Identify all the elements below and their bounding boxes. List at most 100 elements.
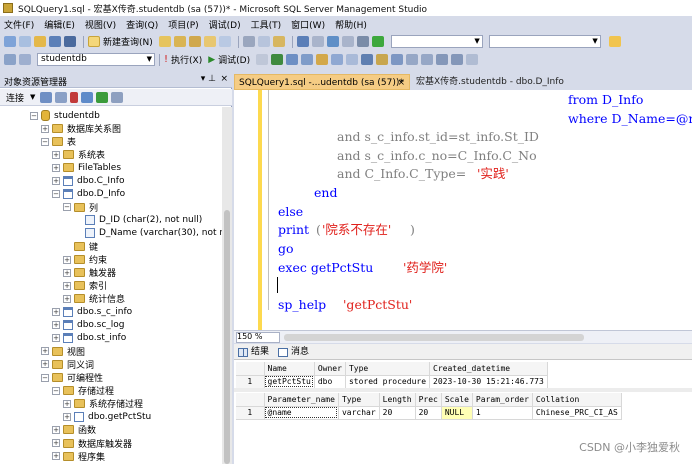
tab-d-info-design[interactable]: 宏基X传奇.studentdb - dbo.D_Info <box>412 74 612 90</box>
menu-query[interactable]: 查询(Q) <box>126 18 158 31</box>
tree-node[interactable]: − dbo.D_Info <box>52 188 125 201</box>
column-header[interactable]: Prec <box>415 393 442 407</box>
collapse-icon[interactable]: − <box>30 111 38 120</box>
find-in-files-icon[interactable] <box>608 36 621 47</box>
expand-icon[interactable]: + <box>52 177 60 185</box>
change-connection-icon[interactable] <box>19 54 31 65</box>
tree-node[interactable]: + 数据库关系图 <box>41 122 121 135</box>
connect-button[interactable]: 连接 <box>6 91 24 104</box>
menu-file[interactable]: 文件(F) <box>4 18 34 31</box>
add-item-icon[interactable] <box>19 36 31 47</box>
navigate-back-icon[interactable] <box>326 36 339 47</box>
client-stats-icon[interactable] <box>346 54 359 65</box>
expand-icon[interactable]: + <box>52 439 60 447</box>
tree-node[interactable]: − 列 <box>63 201 98 214</box>
column-header[interactable]: Name <box>264 362 315 376</box>
tree-node[interactable]: + 视图 <box>41 345 85 358</box>
grid-cell[interactable]: dbo <box>314 375 346 389</box>
tree-node[interactable]: + 函数 <box>52 423 96 436</box>
expand-icon[interactable]: + <box>63 268 71 277</box>
results-to-file-icon[interactable] <box>391 54 404 65</box>
dmx-query-icon[interactable] <box>203 36 216 47</box>
intellisense-icon[interactable] <box>316 54 329 65</box>
connect-icon[interactable] <box>4 54 16 65</box>
tree-node[interactable]: + 同义词 <box>41 358 94 371</box>
specify-values-icon[interactable] <box>466 54 479 65</box>
expand-icon[interactable]: + <box>63 399 71 408</box>
grid-cell[interactable]: Chinese_PRC_CI_AS <box>532 406 622 420</box>
grid-cell[interactable]: varchar <box>338 406 380 420</box>
expand-icon[interactable]: + <box>52 425 60 434</box>
tree-node[interactable]: − 存储过程 <box>52 384 114 397</box>
tree-node[interactable]: − 可编程性 <box>41 371 103 384</box>
horizontal-scrollbar[interactable] <box>284 334 584 341</box>
connect-object-explorer-icon[interactable] <box>40 91 53 103</box>
estimated-plan-icon[interactable] <box>286 54 299 65</box>
new-project-icon[interactable] <box>4 36 16 47</box>
save-icon[interactable] <box>49 36 61 47</box>
expand-icon[interactable]: + <box>52 308 60 316</box>
stop-icon[interactable] <box>70 91 79 103</box>
expand-icon[interactable]: + <box>63 255 71 264</box>
new-query-icon[interactable] <box>88 36 100 47</box>
copy-icon[interactable] <box>257 36 270 47</box>
tree-node[interactable]: + dbo.C_Info <box>52 175 124 188</box>
tree-node[interactable]: D_Name (varchar(30), not nu <box>74 227 222 240</box>
start-debug-icon[interactable] <box>371 36 384 47</box>
tree-node[interactable]: + dbo.s_c_info <box>52 306 132 319</box>
expand-icon[interactable]: + <box>41 347 49 356</box>
column-header[interactable]: Scale <box>441 393 473 407</box>
tree-node[interactable]: + dbo.st_info <box>52 332 126 345</box>
grid-cell[interactable]: getPctStu <box>264 375 315 389</box>
column-header[interactable]: Length <box>379 393 416 407</box>
grid-cell[interactable]: @name <box>264 406 339 420</box>
expand-icon[interactable]: + <box>52 321 60 330</box>
tree-node[interactable]: + 数据库触发器 <box>52 437 132 450</box>
query-designer-icon[interactable] <box>301 54 314 65</box>
collapse-icon[interactable]: − <box>63 203 71 212</box>
save-all-icon[interactable] <box>64 36 76 47</box>
mdx-query-icon[interactable] <box>188 36 201 47</box>
filter-icon[interactable] <box>81 91 94 103</box>
results-to-text-icon[interactable] <box>361 54 374 65</box>
tab-sqlquery1[interactable]: SQLQuery1.sql -...udentdb (sa (57))* × <box>234 74 410 90</box>
collapse-icon[interactable]: − <box>41 373 49 382</box>
db-engine-query-icon[interactable] <box>158 36 171 47</box>
navigate-forward-icon[interactable] <box>341 36 354 47</box>
results-to-grid-icon[interactable] <box>376 54 389 65</box>
tab-results[interactable]: 结果 <box>238 345 269 359</box>
tree-node[interactable]: D_ID (char(2), not null) <box>74 214 202 227</box>
new-query-button[interactable]: 新建查询(N) <box>103 35 153 48</box>
decrease-indent-icon[interactable] <box>436 54 449 65</box>
column-header[interactable]: Param_order <box>472 393 533 407</box>
menu-help[interactable]: 帮助(H) <box>335 18 367 31</box>
grid-cell-null[interactable]: NULL <box>441 406 473 420</box>
open-file-icon[interactable] <box>34 36 46 47</box>
column-header[interactable]: Owner <box>314 362 346 376</box>
menu-view[interactable]: 视图(V) <box>85 18 116 31</box>
pin-icon[interactable]: ▾ ⊥ <box>201 74 216 84</box>
activity-monitor-icon[interactable] <box>111 91 124 103</box>
tree-node[interactable]: + 系统存储过程 <box>63 397 143 410</box>
execute-button[interactable]: 执行(X) <box>171 53 202 66</box>
column-header[interactable]: Type <box>338 393 380 407</box>
tree-node[interactable]: + 索引 <box>63 279 107 292</box>
tree-node[interactable]: + 触发器 <box>63 266 116 279</box>
collapse-icon[interactable]: − <box>52 386 60 395</box>
tree-node[interactable]: + 约束 <box>63 253 107 266</box>
column-header[interactable]: Created_datetime <box>429 362 548 376</box>
tree-node[interactable]: + 程序集 <box>52 450 105 463</box>
grid-cell[interactable]: 1 <box>472 406 533 420</box>
uncomment-icon[interactable] <box>421 54 434 65</box>
find-dropdown[interactable]: ▼ <box>488 35 601 48</box>
menu-tools[interactable]: 工具(T) <box>251 18 282 31</box>
grid-cell[interactable]: 20 <box>415 406 442 420</box>
row-number[interactable]: 1 <box>236 375 265 389</box>
undo-icon[interactable] <box>296 36 309 47</box>
cut-icon[interactable] <box>242 36 255 47</box>
menu-debug[interactable]: 调试(D) <box>209 18 241 31</box>
menu-edit[interactable]: 编辑(E) <box>44 18 75 31</box>
include-plan-icon[interactable] <box>331 54 344 65</box>
analysis-query-icon[interactable] <box>173 36 186 47</box>
xmla-query-icon[interactable] <box>218 36 231 47</box>
